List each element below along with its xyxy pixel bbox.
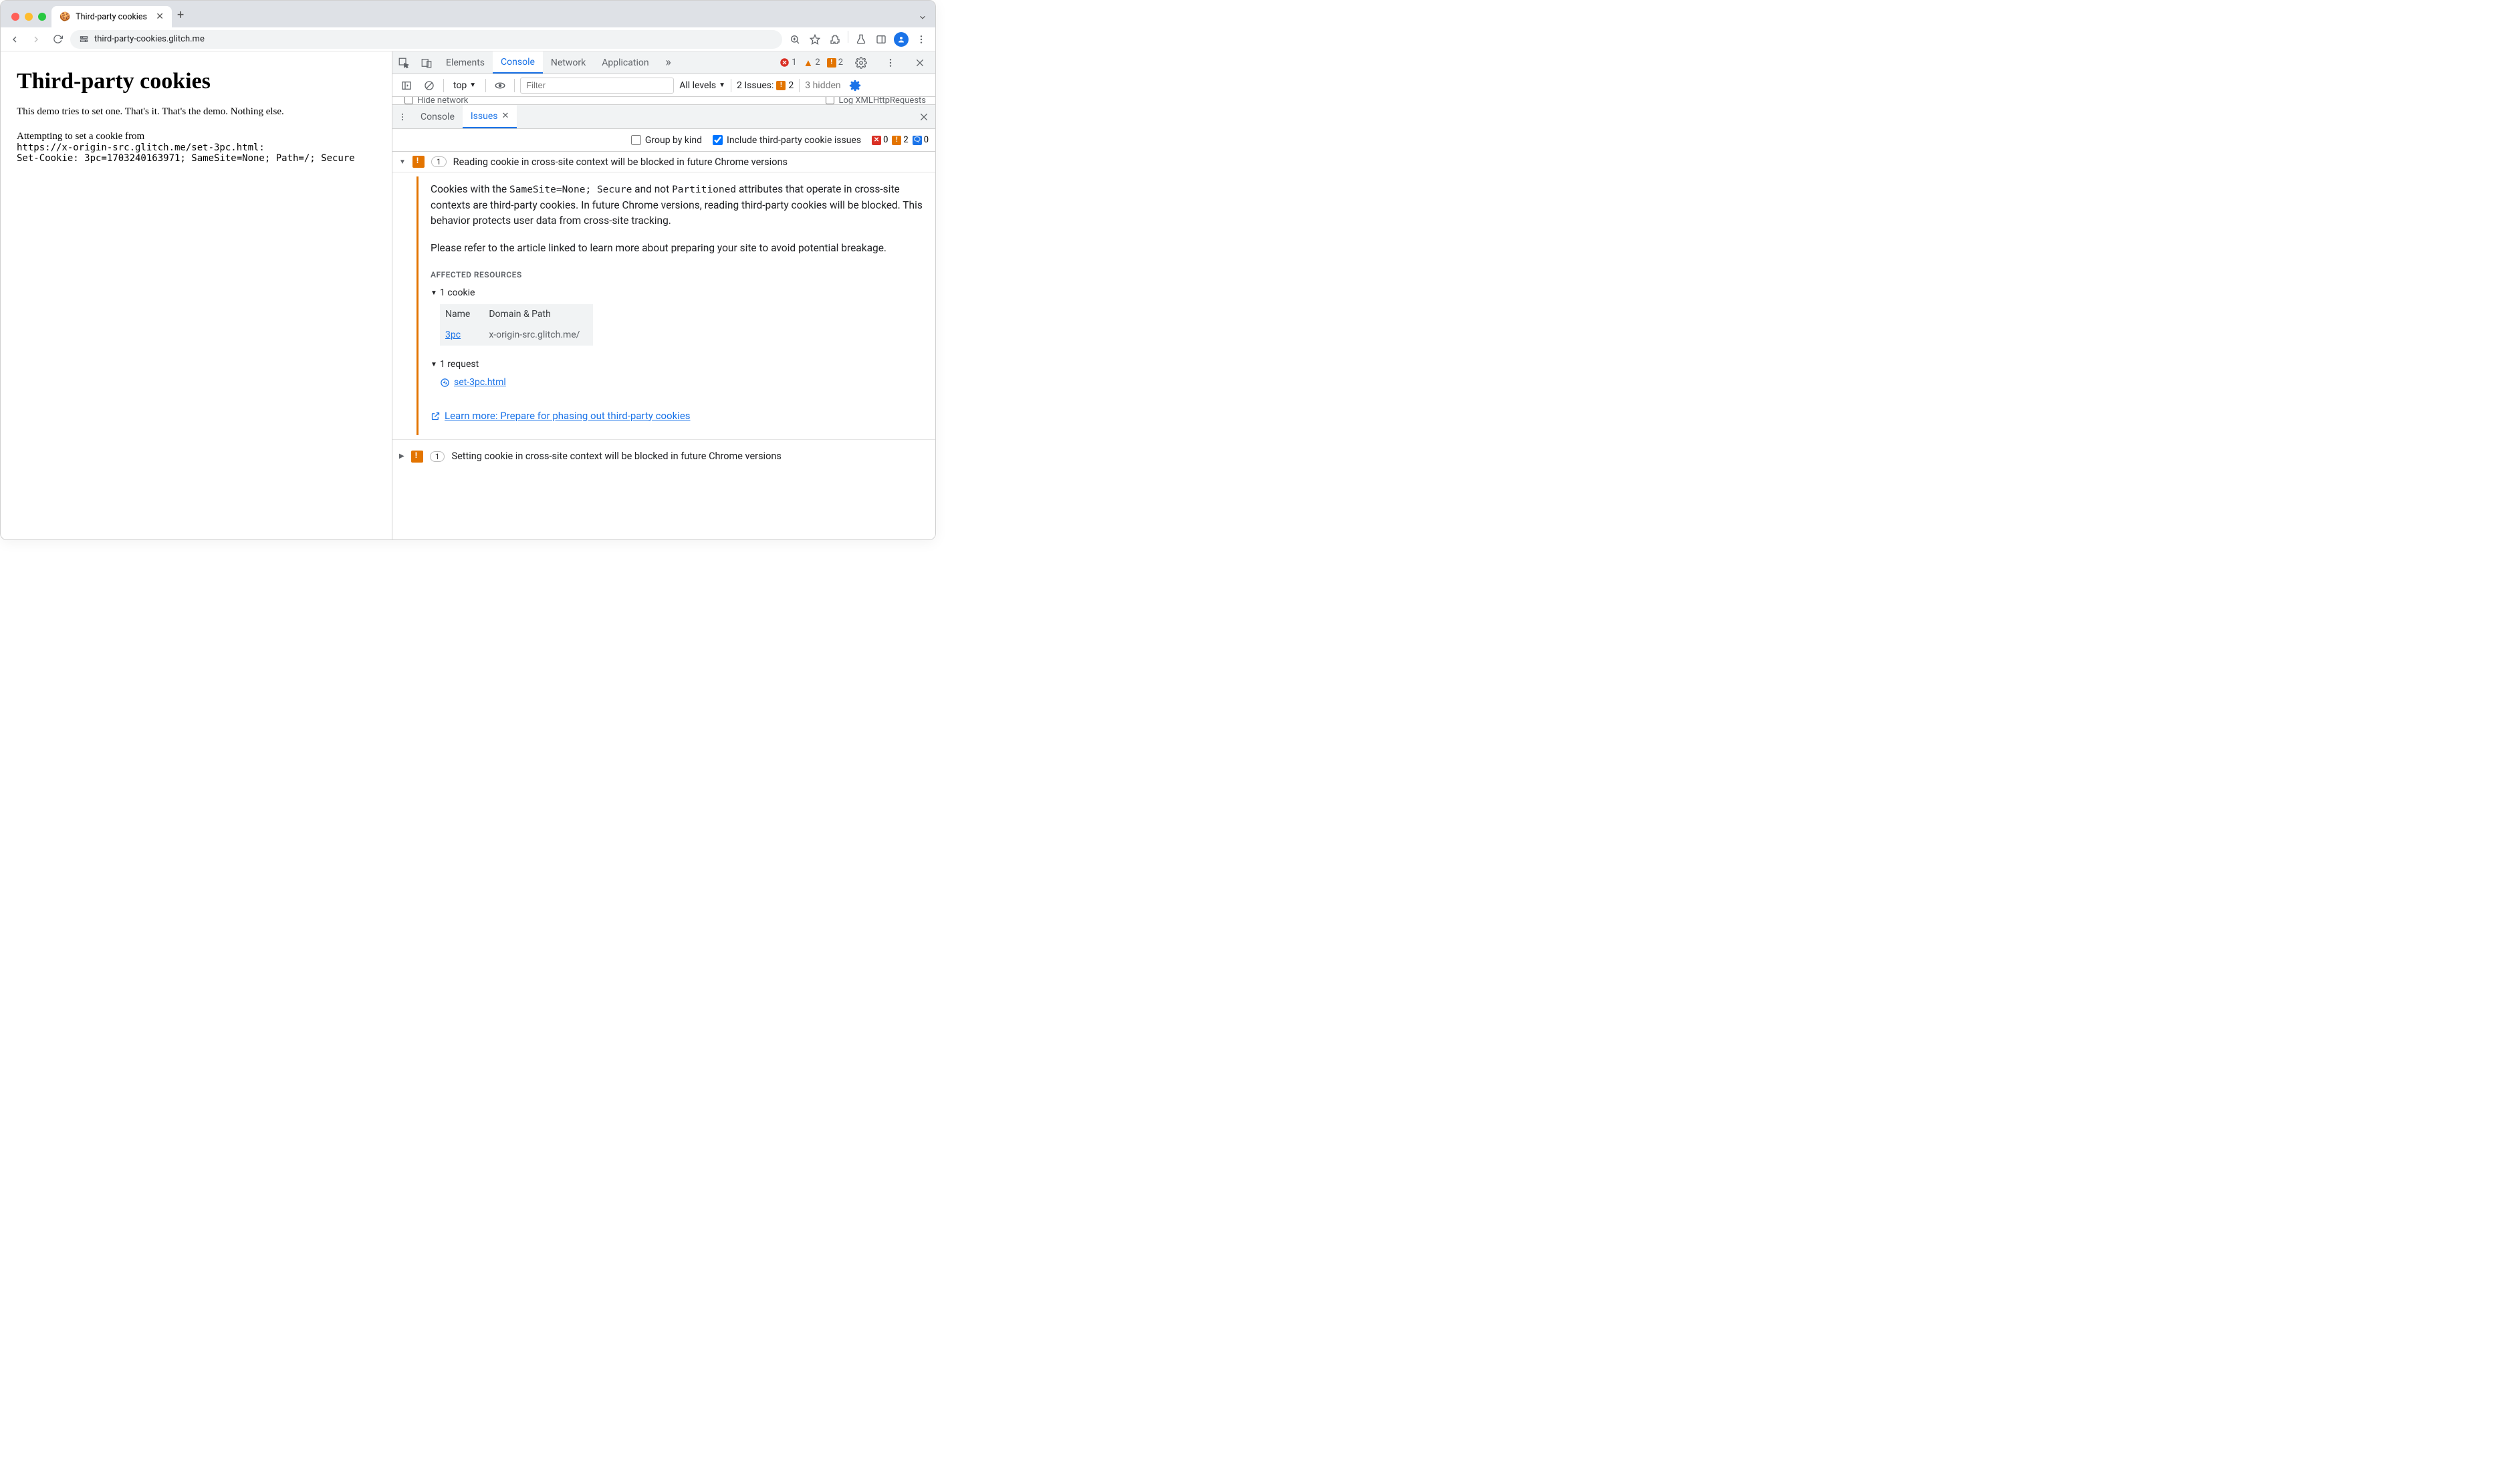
issue-row[interactable]: ▼ 1 Reading cookie in cross-site context…	[392, 152, 935, 172]
tab-application[interactable]: Application	[594, 51, 657, 74]
warning-count[interactable]: ▲2	[804, 57, 820, 69]
tab-network[interactable]: Network	[543, 51, 594, 74]
inspect-icon[interactable]	[392, 51, 415, 74]
close-window-button[interactable]	[11, 13, 19, 21]
disclosure-triangle-icon[interactable]: ▼	[399, 158, 406, 166]
close-tab-icon[interactable]: ✕	[156, 11, 164, 22]
drawer-tabs: Console Issues ✕	[392, 105, 935, 129]
devtools-menu-icon[interactable]	[879, 57, 902, 68]
close-drawer-icon[interactable]	[913, 105, 935, 128]
labs-icon[interactable]	[852, 31, 870, 48]
extensions-icon[interactable]	[826, 31, 844, 48]
cookie-icon: 🍪	[60, 12, 70, 22]
issue-title: Setting cookie in cross-site context wil…	[451, 451, 781, 462]
console-options-row: Hide network Log XMLHttpRequests	[392, 97, 935, 105]
tabs-overflow-icon[interactable]	[918, 13, 927, 22]
issue-title: Reading cookie in cross-site context wil…	[453, 156, 788, 168]
reload-button[interactable]	[49, 31, 66, 48]
clear-console-icon[interactable]	[421, 77, 438, 94]
window-controls	[7, 13, 51, 27]
issue-count[interactable]: !2	[827, 57, 843, 68]
cookie-domain: x-origin-src.glitch.me/	[483, 325, 593, 346]
device-toggle-icon[interactable]	[415, 51, 438, 74]
affected-resources-heading: Affected Resources	[431, 269, 925, 281]
profile-avatar[interactable]	[892, 31, 910, 48]
live-expression-icon[interactable]	[491, 77, 509, 94]
tab-title: Third-party cookies	[76, 12, 147, 22]
new-tab-button[interactable]: +	[172, 8, 189, 27]
minimize-window-button[interactable]	[25, 13, 33, 21]
page-heading: Third-party cookies	[17, 69, 376, 94]
page-intro: This demo tries to set one. That's it. T…	[17, 106, 376, 118]
close-devtools-icon[interactable]	[909, 57, 931, 68]
tab-console[interactable]: Console	[493, 51, 543, 74]
context-selector[interactable]: top ▼	[449, 80, 480, 91]
address-bar[interactable]: third-party-cookies.glitch.me	[70, 30, 782, 49]
cookie-name-link[interactable]: 3pc	[445, 330, 461, 340]
filter-input[interactable]	[520, 78, 674, 94]
chrome-menu-icon[interactable]	[913, 31, 930, 48]
settings-icon[interactable]	[850, 57, 872, 69]
origin-line: https://x-origin-src.glitch.me/set-3pc.h…	[17, 142, 376, 153]
attempt-line: Attempting to set a cookie from	[17, 131, 376, 142]
drawer-menu-icon[interactable]	[392, 105, 412, 128]
cookie-subsection[interactable]: ▼ 1 cookie	[431, 286, 925, 300]
devtools-tabs: Elements Console Network Application » 1…	[392, 51, 935, 74]
disclosure-triangle-icon[interactable]: ▶	[399, 453, 404, 460]
log-levels[interactable]: All levels ▼	[679, 80, 725, 91]
drawer-tab-console[interactable]: Console	[412, 105, 463, 128]
browser-tab[interactable]: 🍪 Third-party cookies ✕	[51, 6, 172, 27]
drawer-tab-issues[interactable]: Issues ✕	[463, 105, 517, 128]
learn-more-link[interactable]: Learn more: Prepare for phasing out thir…	[431, 408, 691, 424]
cookie-table: NameDomain & Path 3pc x-origin-src.glitc…	[440, 304, 593, 346]
issue-count: 1	[431, 156, 447, 167]
side-panel-icon[interactable]	[872, 31, 890, 48]
console-toolbar: top ▼ All levels ▼ 2 Issues: ! 2 3 hidde…	[392, 74, 935, 97]
request-link[interactable]: set-3pc.html	[440, 376, 506, 390]
back-button[interactable]	[6, 31, 23, 48]
set-cookie-line: Set-Cookie: 3pc=1703240163971; SameSite=…	[17, 153, 376, 164]
issues-button[interactable]: 2 Issues: ! 2	[737, 80, 794, 91]
issues-toolbar: Group by kind Include third-party cookie…	[392, 129, 935, 152]
devtools-panel: Elements Console Network Application » 1…	[392, 51, 935, 539]
issue-row[interactable]: ▶ 1 Setting cookie in cross-site context…	[392, 447, 935, 467]
tabs-overflow-icon[interactable]: »	[657, 51, 680, 74]
error-count[interactable]: 1	[780, 57, 796, 68]
forward-button[interactable]	[27, 31, 45, 48]
issue-body: Cookies with the SameSite=None; Secure a…	[416, 176, 935, 435]
include-3pc-checkbox[interactable]: Include third-party cookie issues	[713, 135, 861, 146]
request-subsection[interactable]: ▼ 1 request	[431, 358, 925, 372]
site-settings-icon[interactable]	[78, 34, 89, 45]
issue-count: 1	[430, 451, 445, 462]
severity-warning-icon	[411, 451, 423, 463]
issue-counts: ✕0 !2 🗨0	[872, 135, 929, 145]
issues-list: ▼ 1 Reading cookie in cross-site context…	[392, 152, 935, 539]
page-content: Third-party cookies This demo tries to s…	[1, 51, 392, 539]
tab-elements[interactable]: Elements	[438, 51, 493, 74]
maximize-window-button[interactable]	[38, 13, 46, 21]
console-settings-icon[interactable]	[846, 77, 864, 94]
hidden-messages[interactable]: 3 hidden	[805, 80, 840, 91]
severity-warning-icon	[412, 156, 425, 168]
group-by-kind-checkbox[interactable]: Group by kind	[631, 135, 702, 146]
tab-strip: 🍪 Third-party cookies ✕ +	[1, 1, 935, 27]
browser-toolbar: third-party-cookies.glitch.me	[1, 27, 935, 51]
sidebar-toggle-icon[interactable]	[398, 77, 415, 94]
url-text: third-party-cookies.glitch.me	[94, 34, 205, 44]
close-tab-icon[interactable]: ✕	[502, 111, 509, 121]
bookmark-icon[interactable]	[806, 31, 824, 48]
zoom-icon[interactable]	[786, 31, 804, 48]
